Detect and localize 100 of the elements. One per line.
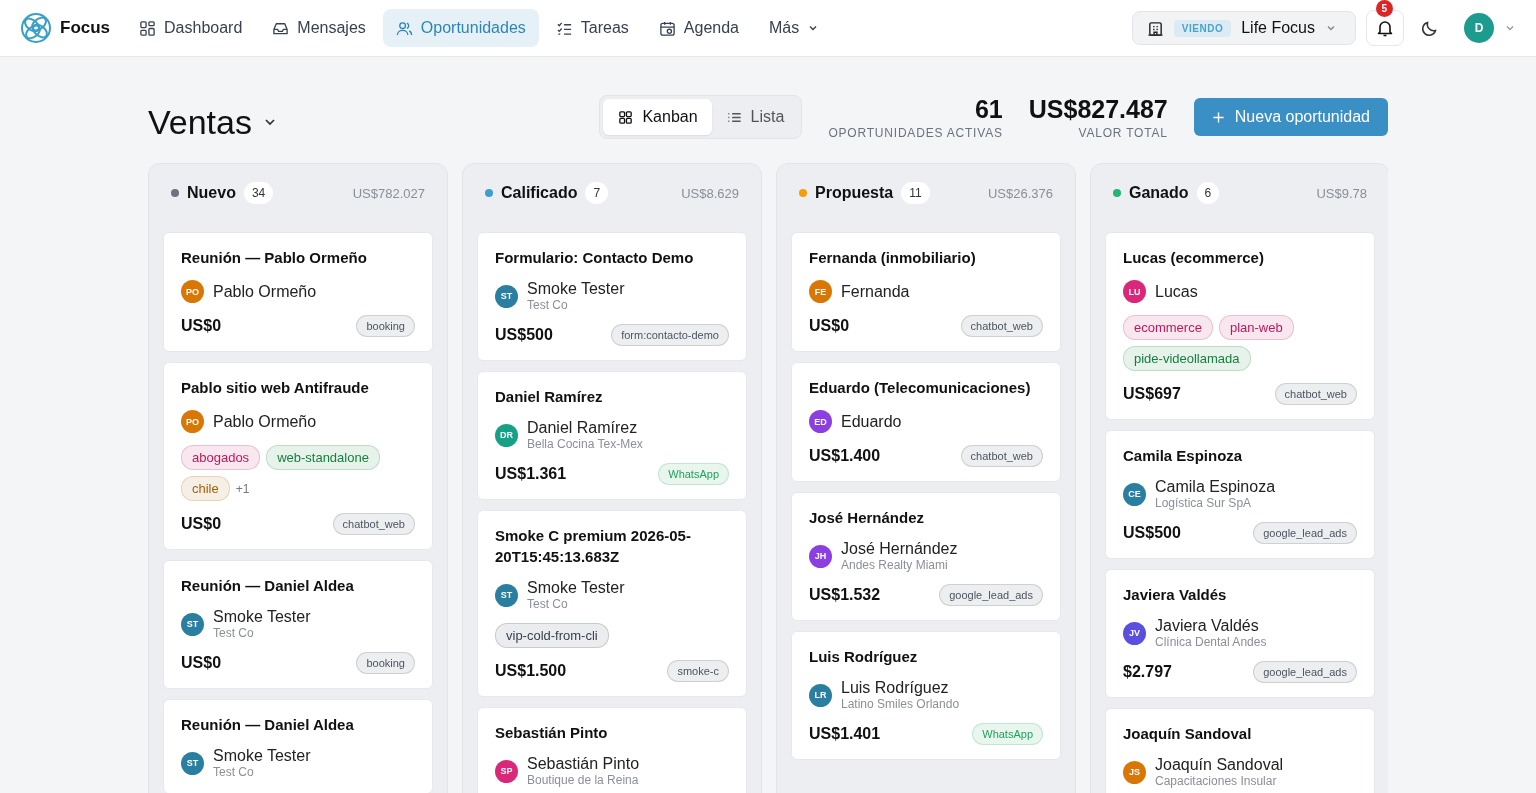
nav-tab[interactable]: Más: [756, 9, 833, 47]
contact-avatar: PO: [181, 410, 204, 433]
nav-tab[interactable]: Tareas: [542, 9, 642, 47]
deal-title: Camila Espinoza: [1123, 446, 1244, 466]
company-name: Logística Sur SpA: [1155, 496, 1253, 510]
deal-card[interactable]: Formulario: Contacto Demo ST Smoke Tester Test Co US$500 form:contacto-demo: [477, 232, 747, 361]
deal-amount: US$500: [495, 326, 553, 344]
stat-value: 61: [974, 94, 1003, 124]
source-tag: chatbot_web: [332, 513, 415, 535]
contact-avatar: JV: [1123, 621, 1146, 645]
deal-title: Eduardo (Telecomunicaciones): [809, 378, 1032, 398]
notifications-button[interactable]: [1366, 10, 1404, 46]
source-tag: chatbot_web: [960, 315, 1043, 337]
deal-amount: US$0: [181, 654, 222, 672]
grid-icon: [617, 108, 635, 126]
deal-card[interactable]: Smoke C premium 2026-05-20T15:45:13.683Z ST Smoke Tester Test Co vip-cold-from-cli US$1.500 smoke-c: [477, 510, 747, 697]
nav-tab[interactable]: Agenda: [645, 9, 752, 47]
contact-name: Pablo Ormeño: [213, 412, 317, 431]
deal-card[interactable]: Joaquín Sandoval JS Joaquín Sandoval Capacitaciones Insular: [1105, 708, 1375, 793]
deal-title: Reunión — Pablo Ormeño: [181, 248, 368, 268]
building-icon: [1146, 19, 1164, 37]
nav-tab[interactable]: Mensajes: [259, 9, 379, 47]
deal-card[interactable]: José Hernández JH José Hernández Andes Realty Miami US$1.532 google_lead_ads: [791, 492, 1061, 621]
deal-title: Formulario: Contacto Demo: [495, 248, 695, 268]
deal-amount: US$1.532: [809, 586, 881, 604]
workspace-selector[interactable]: VIENDO Life Focus: [1131, 11, 1356, 45]
deal-card[interactable]: Pablo sitio web Antifraude PO Pablo Ormeño abogados web-standalone chile +1 US$0 chatbot_web: [163, 362, 433, 550]
contact-avatar: CE: [1123, 482, 1146, 506]
contact-name: Pablo Ormeño: [213, 282, 317, 301]
deal-amount: US$1.361: [495, 465, 567, 483]
column-total: US$8.629: [681, 185, 739, 201]
contact-name: Fernanda: [841, 282, 910, 301]
source-tag: google_lead_ads: [1253, 522, 1357, 544]
moon-icon[interactable]: [1420, 18, 1440, 38]
source-tag: WhatsApp: [658, 463, 729, 485]
count-badge: 34: [243, 182, 274, 204]
contact-avatar: ED: [809, 410, 832, 433]
contact-avatar: ST: [495, 284, 518, 308]
contact-name: Camila Espinoza: [1155, 478, 1276, 496]
contact-avatar: JS: [1123, 760, 1146, 784]
nav-tab[interactable]: Dashboard: [126, 9, 256, 47]
source-tag: booking: [356, 652, 415, 674]
more-tags-count: +1: [235, 481, 250, 496]
grid-icon: [139, 19, 157, 37]
source-tag: google_lead_ads: [939, 584, 1043, 606]
column-title: Calificado: [501, 184, 578, 202]
company-name: Test Co: [527, 597, 569, 611]
company-name: Latino Smiles Orlando: [841, 697, 960, 711]
source-tag: google_lead_ads: [1253, 661, 1357, 683]
source-tag: WhatsApp: [972, 723, 1043, 745]
deal-card[interactable]: Eduardo (Telecomunicaciones) ED Eduardo US$1.400 chatbot_web: [791, 362, 1061, 482]
source-tag: smoke-c: [667, 660, 729, 682]
new-opportunity-button[interactable]: Nueva oportunidad: [1193, 98, 1388, 136]
deal-title: Javiera Valdés: [1123, 585, 1228, 605]
source-tag: booking: [356, 315, 415, 337]
contact-avatar: LR: [809, 683, 832, 707]
tag: ecommerce: [1123, 315, 1213, 340]
tag: abogados: [181, 445, 261, 470]
deal-card[interactable]: Reunión — Pablo Ormeño PO Pablo Ormeño US$0 booking: [163, 232, 433, 352]
count-badge: 7: [585, 182, 609, 204]
deal-title: Joaquín Sandoval: [1123, 724, 1253, 744]
contact-avatar: PO: [181, 280, 204, 303]
deal-title: Daniel Ramírez: [495, 387, 604, 407]
deal-card[interactable]: Sebastián Pinto SP Sebastián Pinto Boutique de la Reina: [477, 707, 747, 793]
count-badge: 6: [1196, 182, 1220, 204]
view-tab[interactable]: Kanban: [603, 99, 712, 135]
deal-card[interactable]: Luis Rodríguez LR Luis Rodríguez Latino Smiles Orlando US$1.401 WhatsApp: [791, 631, 1061, 760]
deal-card[interactable]: Fernanda (inmobiliario) FE Fernanda US$0 chatbot_web: [791, 232, 1061, 352]
deal-amount: US$0: [809, 317, 850, 335]
column-title: Propuesta: [815, 184, 894, 202]
column-total: US$782.027: [352, 185, 425, 201]
company-name: Boutique de la Reina: [527, 773, 640, 787]
deal-amount: US$1.500: [495, 662, 567, 680]
calendar-icon: [658, 19, 676, 37]
contact-avatar: JH: [809, 544, 832, 568]
deal-card[interactable]: Camila Espinoza CE Camila Espinoza Logística Sur SpA US$500 google_lead_ads: [1105, 430, 1375, 559]
deal-card[interactable]: Javiera Valdés JV Javiera Valdés Clínica Dental Andes $2.797 google_lead_ads: [1105, 569, 1375, 698]
contact-name: Smoke Tester: [527, 280, 625, 298]
deal-card[interactable]: Reunión — Daniel Aldea ST Smoke Tester Test Co: [163, 699, 433, 793]
deal-card[interactable]: Reunión — Daniel Aldea ST Smoke Tester Test Co US$0 booking: [163, 560, 433, 689]
count-badge: 11: [901, 182, 930, 204]
column-total: US$9.78: [1316, 185, 1367, 201]
deal-title: Fernanda (inmobiliario): [809, 248, 977, 268]
deal-title: Smoke C premium 2026-05-20T15:45:13.683Z: [495, 526, 692, 567]
contact-avatar: DR: [495, 423, 518, 447]
stat-label: OPORTUNIDADES ACTIVAS: [828, 125, 1003, 140]
deal-title: Sebastián Pinto: [495, 723, 609, 743]
deal-amount: US$0: [181, 515, 222, 533]
deal-title: Reunión — Daniel Aldea: [181, 715, 355, 735]
view-tab[interactable]: Lista: [711, 99, 799, 135]
deal-card[interactable]: Daniel Ramírez DR Daniel Ramírez Bella Cocina Tex-Mex US$1.361 WhatsApp: [477, 371, 747, 500]
company-name: Andes Realty Miami: [841, 558, 949, 572]
tag: chile: [181, 476, 230, 501]
deal-amount: US$1.400: [809, 447, 881, 465]
company-name: Test Co: [527, 298, 569, 312]
contact-name: José Hernández: [841, 540, 958, 558]
deal-card[interactable]: Lucas (ecommerce) LU Lucas ecommerce plan-web pide-videollamada US$697 chatbot_web: [1105, 232, 1375, 420]
nav-tab[interactable]: Oportunidades: [382, 9, 539, 47]
stat-value: US$827.487: [1028, 94, 1168, 124]
users-icon: [395, 19, 413, 37]
